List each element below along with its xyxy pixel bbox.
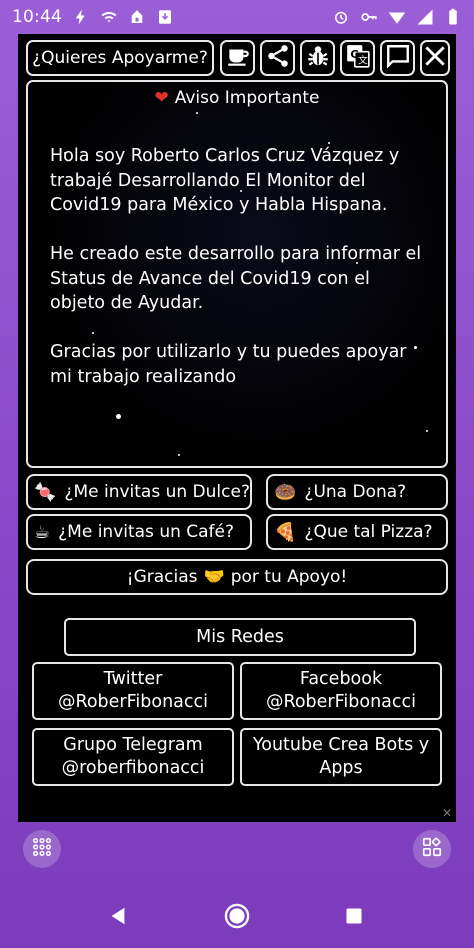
home-button[interactable]	[219, 900, 255, 936]
candy-icon: 🍬	[34, 481, 57, 503]
heart-icon: ❤	[154, 88, 169, 108]
close-icon	[422, 43, 448, 74]
ad-close-icon[interactable]: ✕	[440, 806, 454, 820]
signal-icon	[388, 8, 406, 26]
toolbar: ¿Quieres Apoyarme? G文	[26, 40, 450, 76]
download-icon	[156, 8, 174, 26]
recents-button[interactable]	[336, 900, 372, 936]
notice-body: Hola soy Roberto Carlos Cruz Vázquez y t…	[50, 144, 430, 414]
home-icon	[223, 902, 251, 934]
notice-paragraph: Gracias por utilizarlo y tu puedes apoya…	[50, 342, 407, 387]
notice-title: ❤ Aviso Importante	[28, 88, 446, 108]
alarm-icon	[332, 8, 350, 26]
support-button[interactable]: ¿Quieres Apoyarme?	[26, 40, 214, 76]
donate-pizza-button[interactable]: 🍕 ¿Que tal Pizza?	[266, 514, 448, 550]
youtube-link[interactable]: Youtube Crea Bots y Apps	[240, 728, 442, 786]
star-decoration	[178, 454, 180, 456]
handshake-icon: 🤝	[203, 567, 225, 587]
back-icon	[107, 905, 129, 931]
donate-coffee-button[interactable]: ☕ ¿Me invitas un Café?	[26, 514, 252, 550]
bug-report-button[interactable]	[300, 40, 335, 76]
facebook-link[interactable]: Facebook @RoberFibonacci	[240, 662, 442, 720]
star-decoration	[116, 414, 121, 419]
key-icon	[360, 8, 378, 26]
coffee-cup-icon: ☕	[34, 521, 51, 543]
status-time: 10:44	[12, 7, 62, 27]
battery-icon	[444, 8, 462, 26]
status-bar: 10:44	[0, 0, 474, 34]
app-panel: ¿Quieres Apoyarme? G文 ❤ Aviso Importante…	[18, 34, 456, 822]
apps-grid-button[interactable]	[23, 830, 61, 868]
widgets-icon	[421, 836, 443, 862]
donate-donut-label: ¿Una Dona?	[304, 482, 407, 502]
back-button[interactable]	[100, 900, 136, 936]
thanks-button[interactable]: ¡Gracias 🤝 por tu Apoyo!	[26, 559, 448, 595]
recents-icon	[344, 906, 364, 930]
donut-icon: 🍩	[274, 481, 297, 503]
chat-button[interactable]	[380, 40, 415, 76]
donate-candy-label: ¿Me invitas un Dulce?	[64, 482, 250, 502]
donate-donut-button[interactable]: 🍩 ¿Una Dona?	[266, 474, 448, 510]
notice-paragraph: He creado este desarrollo para informar …	[50, 244, 422, 313]
widgets-button[interactable]	[413, 830, 451, 868]
donate-pizza-label: ¿Que tal Pizza?	[304, 522, 433, 542]
twitter-link[interactable]: Twitter @RoberFibonacci	[32, 662, 234, 720]
apps-grid-icon	[31, 836, 53, 862]
svg-text:文: 文	[358, 53, 368, 66]
system-nav-bar	[0, 888, 474, 948]
mis-redes-title: Mis Redes	[64, 618, 416, 656]
telegram-link[interactable]: Grupo Telegram @roberfibonacci	[32, 728, 234, 786]
chat-icon	[385, 43, 411, 74]
donate-coffee-label: ¿Me invitas un Café?	[58, 522, 235, 542]
signal-bars-icon	[416, 8, 434, 26]
pizza-icon: 🍕	[274, 521, 297, 543]
bug-icon	[305, 43, 331, 74]
thanks-label-before: ¡Gracias	[126, 567, 198, 587]
coffee-icon	[225, 43, 251, 74]
flash-icon	[72, 8, 90, 26]
notification-icon	[128, 8, 146, 26]
star-decoration	[426, 430, 428, 432]
donate-candy-button[interactable]: 🍬 ¿Me invitas un Dulce?	[26, 474, 252, 510]
translate-button[interactable]: G文	[340, 40, 375, 76]
share-button[interactable]	[260, 40, 295, 76]
share-icon	[265, 43, 291, 74]
wifi-icon	[100, 8, 118, 26]
notice-paragraph: Hola soy Roberto Carlos Cruz Vázquez y t…	[50, 146, 400, 215]
coffee-button[interactable]	[220, 40, 255, 76]
notice-box[interactable]: ❤ Aviso Importante Hola soy Roberto Carlo…	[26, 80, 448, 468]
thanks-label-after: por tu Apoyo!	[230, 567, 348, 587]
close-button[interactable]	[420, 40, 450, 76]
star-decoration	[196, 112, 198, 114]
support-button-label: ¿Quieres Apoyarme?	[32, 48, 208, 68]
notice-title-text: Aviso Importante	[174, 88, 320, 108]
translate-icon: G文	[345, 43, 371, 74]
